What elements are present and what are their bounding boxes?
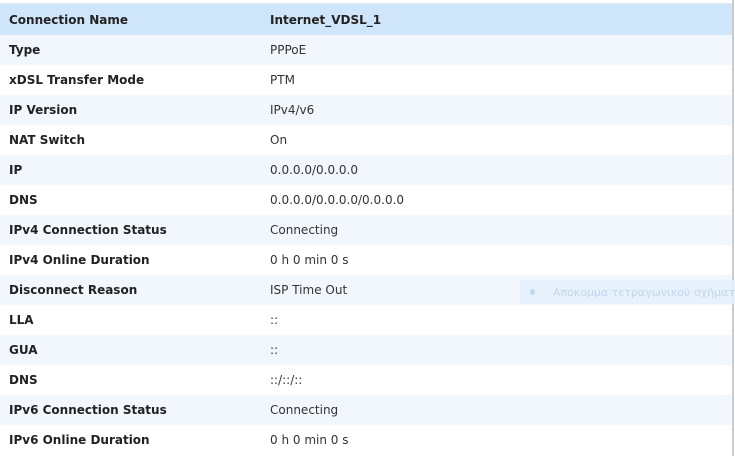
row-value: Connecting (270, 403, 339, 417)
connection-info-table: Connection Name Internet_VDSL_1 Type PPPo… (0, 4, 732, 455)
row-label: NAT Switch (9, 133, 85, 147)
row-label: IPv4 Online Duration (9, 253, 150, 267)
table-row: xDSL Transfer Mode PTM (0, 65, 732, 95)
row-label: GUA (9, 343, 38, 357)
table-row: IPv6 Connection Status Connecting (0, 395, 732, 425)
table-row: DNS::/::/:: (0, 365, 732, 395)
row-value: 0.0.0.0/0.0.0.0 (270, 163, 359, 177)
table-row: Type PPPoE (0, 35, 732, 65)
overlay-label: Αποκομμα τετραγωνικού σχήματ (552, 285, 735, 299)
header-value: Internet_VDSL_1 (270, 12, 382, 27)
row-label: xDSL Transfer Mode (9, 73, 145, 87)
table-row: IPv4 Online Duration 0 h 0 min 0 s (0, 245, 732, 275)
table-row: DNS 0.0.0.0/0.0.0.0/0.0.0.0 (0, 185, 732, 215)
record-icon (530, 289, 535, 295)
header-label: Connection Name (9, 12, 128, 27)
scrollbar-edge (732, 0, 734, 456)
row-label: Type (9, 43, 41, 57)
table-row: IP 0.0.0.0/0.0.0.0 (0, 155, 732, 185)
row-value: PTM (270, 73, 295, 87)
table-header-row: Connection Name Internet_VDSL_1 (0, 4, 732, 35)
table-row: IP Version IPv4/v6 (0, 95, 732, 125)
table-row: NAT Switch On (0, 125, 732, 155)
table-row: GUA:: (0, 335, 732, 365)
row-value: 0 h 0 min 0 s (270, 433, 349, 447)
row-value: IPv4/v6 (270, 103, 315, 117)
row-label: IPv4 Connection Status (9, 223, 167, 237)
row-label: DNS (9, 373, 38, 387)
row-label: Disconnect Reason (9, 283, 138, 297)
row-label: IP Version (9, 103, 78, 117)
table-row: IPv6 Online Duration 0 h 0 min 0 s (0, 425, 732, 455)
row-label: DNS (9, 193, 38, 207)
row-value: 0 h 0 min 0 s (270, 253, 349, 267)
row-value: Connecting (270, 223, 339, 237)
row-value: :: (270, 343, 279, 357)
row-value: 0.0.0.0/0.0.0.0/0.0.0.0 (270, 193, 405, 207)
row-value: PPPoE (270, 43, 307, 57)
row-label: LLA (9, 313, 34, 327)
row-value: On (270, 133, 288, 147)
table-row: LLA:: (0, 305, 732, 335)
snipping-tool-overlay[interactable]: Αποκομμα τετραγωνικού σχήματ (520, 280, 735, 304)
row-label: IP (9, 163, 23, 177)
row-value: :: (270, 313, 279, 327)
row-label: IPv6 Connection Status (9, 403, 167, 417)
row-value: ::/::/:: (270, 373, 303, 387)
row-label: IPv6 Online Duration (9, 433, 150, 447)
table-row: IPv4 Connection Status Connecting (0, 215, 732, 245)
